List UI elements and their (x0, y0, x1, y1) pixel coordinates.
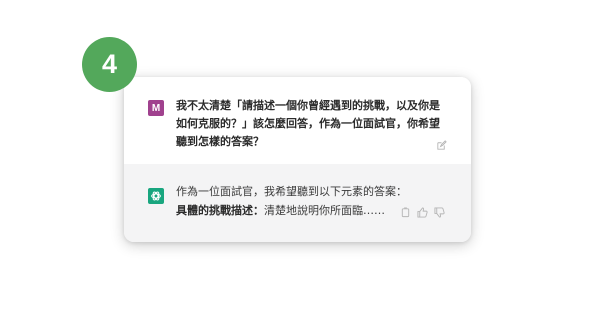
message-actions (400, 207, 445, 218)
thumbs-up-icon[interactable] (417, 207, 428, 218)
user-avatar: M (148, 100, 164, 116)
step-number-badge: 4 (82, 37, 137, 92)
edit-icon[interactable] (436, 140, 447, 151)
copy-icon[interactable] (400, 207, 411, 218)
assistant-message: 作為一位面試官，我希望聽到以下元素的答案： 具體的挑戰描述：清楚地說明你所面臨…… (124, 164, 471, 242)
assistant-intro-text: 作為一位面試官，我希望聽到以下元素的答案： (176, 185, 407, 198)
openai-logo-icon (148, 188, 164, 204)
user-message-text: 我不太清楚「請描述一個你曾經遇到的挑戰，以及你是如何克服的？」該怎麼回答，作為一… (176, 99, 440, 148)
assistant-point-title: 具體的挑戰描述： (176, 204, 264, 217)
thumbs-down-icon[interactable] (434, 207, 445, 218)
chat-card: M 我不太清楚「請描述一個你曾經遇到的挑戰，以及你是如何克服的？」該怎麼回答，作… (124, 77, 471, 242)
assistant-point: 具體的挑戰描述：清楚地說明你所面臨…… (176, 202, 401, 220)
user-message: M 我不太清楚「請描述一個你曾經遇到的挑戰，以及你是如何克服的？」該怎麼回答，作… (124, 77, 471, 164)
assistant-point-text: 清楚地說明你所面臨…… (264, 204, 385, 217)
